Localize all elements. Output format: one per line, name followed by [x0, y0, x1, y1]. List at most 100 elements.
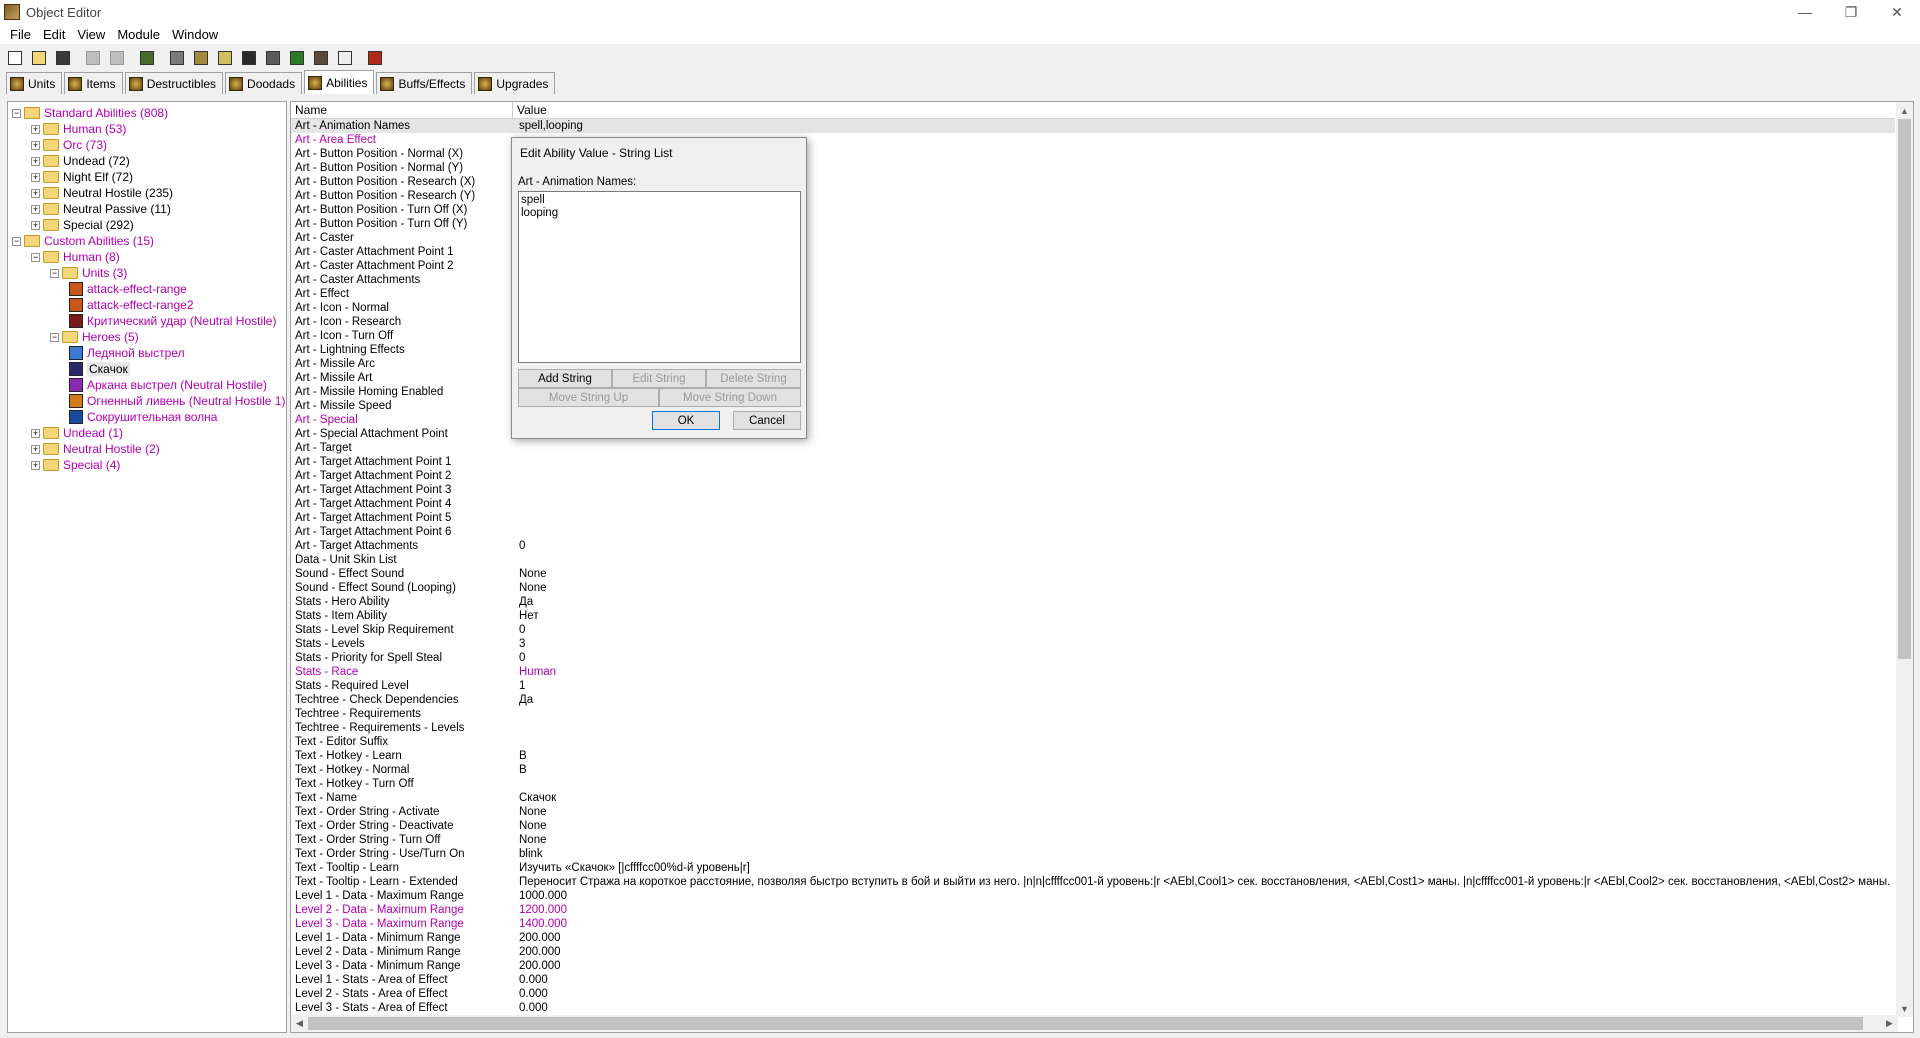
table-row[interactable]: Stats - Priority for Spell Steal 0 [291, 651, 1895, 665]
test-map-icon[interactable] [364, 47, 386, 69]
field-value[interactable]: None [513, 819, 1893, 833]
field-value[interactable] [513, 721, 1893, 735]
table-row[interactable]: Techtree - Requirements [291, 707, 1895, 721]
field-value[interactable]: B [513, 749, 1893, 763]
table-row[interactable]: Text - Hotkey - Learn B [291, 749, 1895, 763]
scroll-up-icon[interactable]: ▲ [1896, 102, 1913, 119]
collapse-icon[interactable]: − [50, 332, 59, 342]
tree-folder[interactable]: − Heroes (5) [50, 329, 139, 345]
list-item[interactable]: looping [521, 207, 798, 220]
field-value[interactable]: Изучить «Скачок» [|cffffcc00%d-й уровень… [513, 861, 1893, 875]
table-row[interactable]: Techtree - Requirements - Levels [291, 721, 1895, 735]
table-row[interactable]: Art - Target Attachment Point 2 [291, 469, 1895, 483]
tree-folder[interactable]: + Special (292) [31, 217, 134, 233]
column-header-name[interactable]: Name [291, 102, 513, 119]
sound-editor-icon[interactable] [190, 47, 212, 69]
tree-folder[interactable]: + Undead (1) [31, 425, 123, 441]
vertical-scroll-thumb[interactable] [1898, 119, 1911, 659]
expand-icon[interactable]: + [31, 460, 40, 470]
collapse-icon[interactable]: − [12, 236, 21, 246]
collapse-icon[interactable]: − [50, 268, 59, 278]
tree-folder[interactable]: − Human (8) [31, 249, 120, 265]
field-value[interactable]: None [513, 833, 1893, 847]
import-manager-icon[interactable] [214, 47, 236, 69]
expand-icon[interactable]: + [31, 124, 40, 134]
field-value[interactable]: 0 [513, 539, 1893, 553]
copy-icon[interactable] [82, 47, 104, 69]
import-icon[interactable] [334, 47, 356, 69]
expand-icon[interactable]: + [31, 428, 40, 438]
field-value[interactable]: 0.000 [513, 1001, 1893, 1015]
table-row[interactable]: Text - Name Скачок [291, 791, 1895, 805]
trigger-editor-icon[interactable] [166, 47, 188, 69]
table-row[interactable]: Level 3 - Data - Minimum Range 200.000 [291, 959, 1895, 973]
table-row[interactable]: Text - Order String - Activate None [291, 805, 1895, 819]
table-row[interactable]: Art - Target Attachment Point 4 [291, 497, 1895, 511]
save-icon[interactable] [52, 47, 74, 69]
field-value[interactable]: Нет [513, 609, 1893, 623]
expand-icon[interactable]: + [31, 188, 40, 198]
expand-icon[interactable]: + [31, 140, 40, 150]
tree-item[interactable]: Аркана выстрел (Neutral Hostile) [69, 377, 267, 393]
tree-folder[interactable]: + Undead (72) [31, 153, 130, 169]
cancel-button[interactable]: Cancel [733, 411, 801, 430]
field-value[interactable] [513, 441, 1893, 455]
horizontal-scroll-thumb[interactable] [308, 1017, 1863, 1030]
table-row[interactable]: Stats - Hero Ability Да [291, 595, 1895, 609]
field-value[interactable] [513, 525, 1893, 539]
object-editor-icon[interactable] [238, 47, 260, 69]
add-string-button[interactable]: Add String [518, 369, 612, 388]
tree-folder[interactable]: + Orc (73) [31, 137, 107, 153]
table-row[interactable]: Art - Target Attachment Point 1 [291, 455, 1895, 469]
field-value[interactable] [513, 497, 1893, 511]
edit-string-button[interactable]: Edit String [612, 369, 706, 388]
new-icon[interactable] [4, 47, 26, 69]
field-value[interactable] [513, 553, 1893, 567]
expand-icon[interactable]: + [31, 220, 40, 230]
table-row[interactable]: Art - Target Attachment Point 5 [291, 511, 1895, 525]
expand-icon[interactable]: + [31, 444, 40, 454]
move-string-down-button[interactable]: Move String Down [659, 388, 801, 407]
table-row[interactable]: Art - Target Attachment Point 6 [291, 525, 1895, 539]
paste-icon[interactable] [106, 47, 128, 69]
object-manager-icon[interactable] [310, 47, 332, 69]
table-row[interactable]: Text - Order String - Use/Turn On blink [291, 847, 1895, 861]
move-string-up-button[interactable]: Move String Up [518, 388, 659, 407]
tab-abilities[interactable]: Abilities [304, 70, 375, 94]
table-row[interactable]: Sound - Effect Sound (Looping) None [291, 581, 1895, 595]
close-icon[interactable]: ✕ [1874, 0, 1920, 24]
field-value[interactable]: Да [513, 693, 1893, 707]
menu-file[interactable]: File [4, 27, 37, 42]
table-row[interactable]: Stats - Levels 3 [291, 637, 1895, 651]
field-value[interactable]: 0.000 [513, 973, 1893, 987]
field-value[interactable]: 0 [513, 651, 1893, 665]
table-row[interactable]: Sound - Effect Sound None [291, 567, 1895, 581]
field-value[interactable]: 1000.000 [513, 889, 1893, 903]
table-row[interactable]: Text - Hotkey - Normal B [291, 763, 1895, 777]
ok-button[interactable]: OK [652, 411, 720, 430]
scroll-right-icon[interactable]: ▶ [1881, 1015, 1898, 1032]
table-row[interactable]: Text - Editor Suffix [291, 735, 1895, 749]
field-value[interactable] [513, 511, 1893, 525]
field-value[interactable]: Переносит Стража на короткое расстояние,… [513, 875, 1893, 889]
tree-folder[interactable]: − Custom Abilities (15) [12, 233, 154, 249]
field-value[interactable]: Human [513, 665, 1893, 679]
field-value[interactable]: 1200.000 [513, 903, 1893, 917]
field-value[interactable] [513, 777, 1893, 791]
table-row[interactable]: Level 3 - Stats - Area of Effect 0.000 [291, 1001, 1895, 1015]
collapse-icon[interactable]: − [12, 108, 21, 118]
tab-destructibles[interactable]: Destructibles [124, 72, 224, 94]
field-value[interactable]: B [513, 763, 1893, 777]
field-value[interactable]: None [513, 581, 1893, 595]
field-value[interactable]: 200.000 [513, 945, 1893, 959]
terrain-editor-icon[interactable] [136, 47, 158, 69]
tree-item[interactable]: Ледяной выстрел [69, 345, 185, 361]
field-value[interactable] [513, 707, 1893, 721]
expand-icon[interactable]: + [31, 204, 40, 214]
expand-icon[interactable]: + [31, 172, 40, 182]
table-row[interactable]: Level 2 - Stats - Area of Effect 0.000 [291, 987, 1895, 1001]
column-header-value[interactable]: Value [513, 102, 1895, 119]
field-value[interactable]: 3 [513, 637, 1893, 651]
collapse-icon[interactable]: − [31, 252, 40, 262]
field-value[interactable]: 0.000 [513, 987, 1893, 1001]
